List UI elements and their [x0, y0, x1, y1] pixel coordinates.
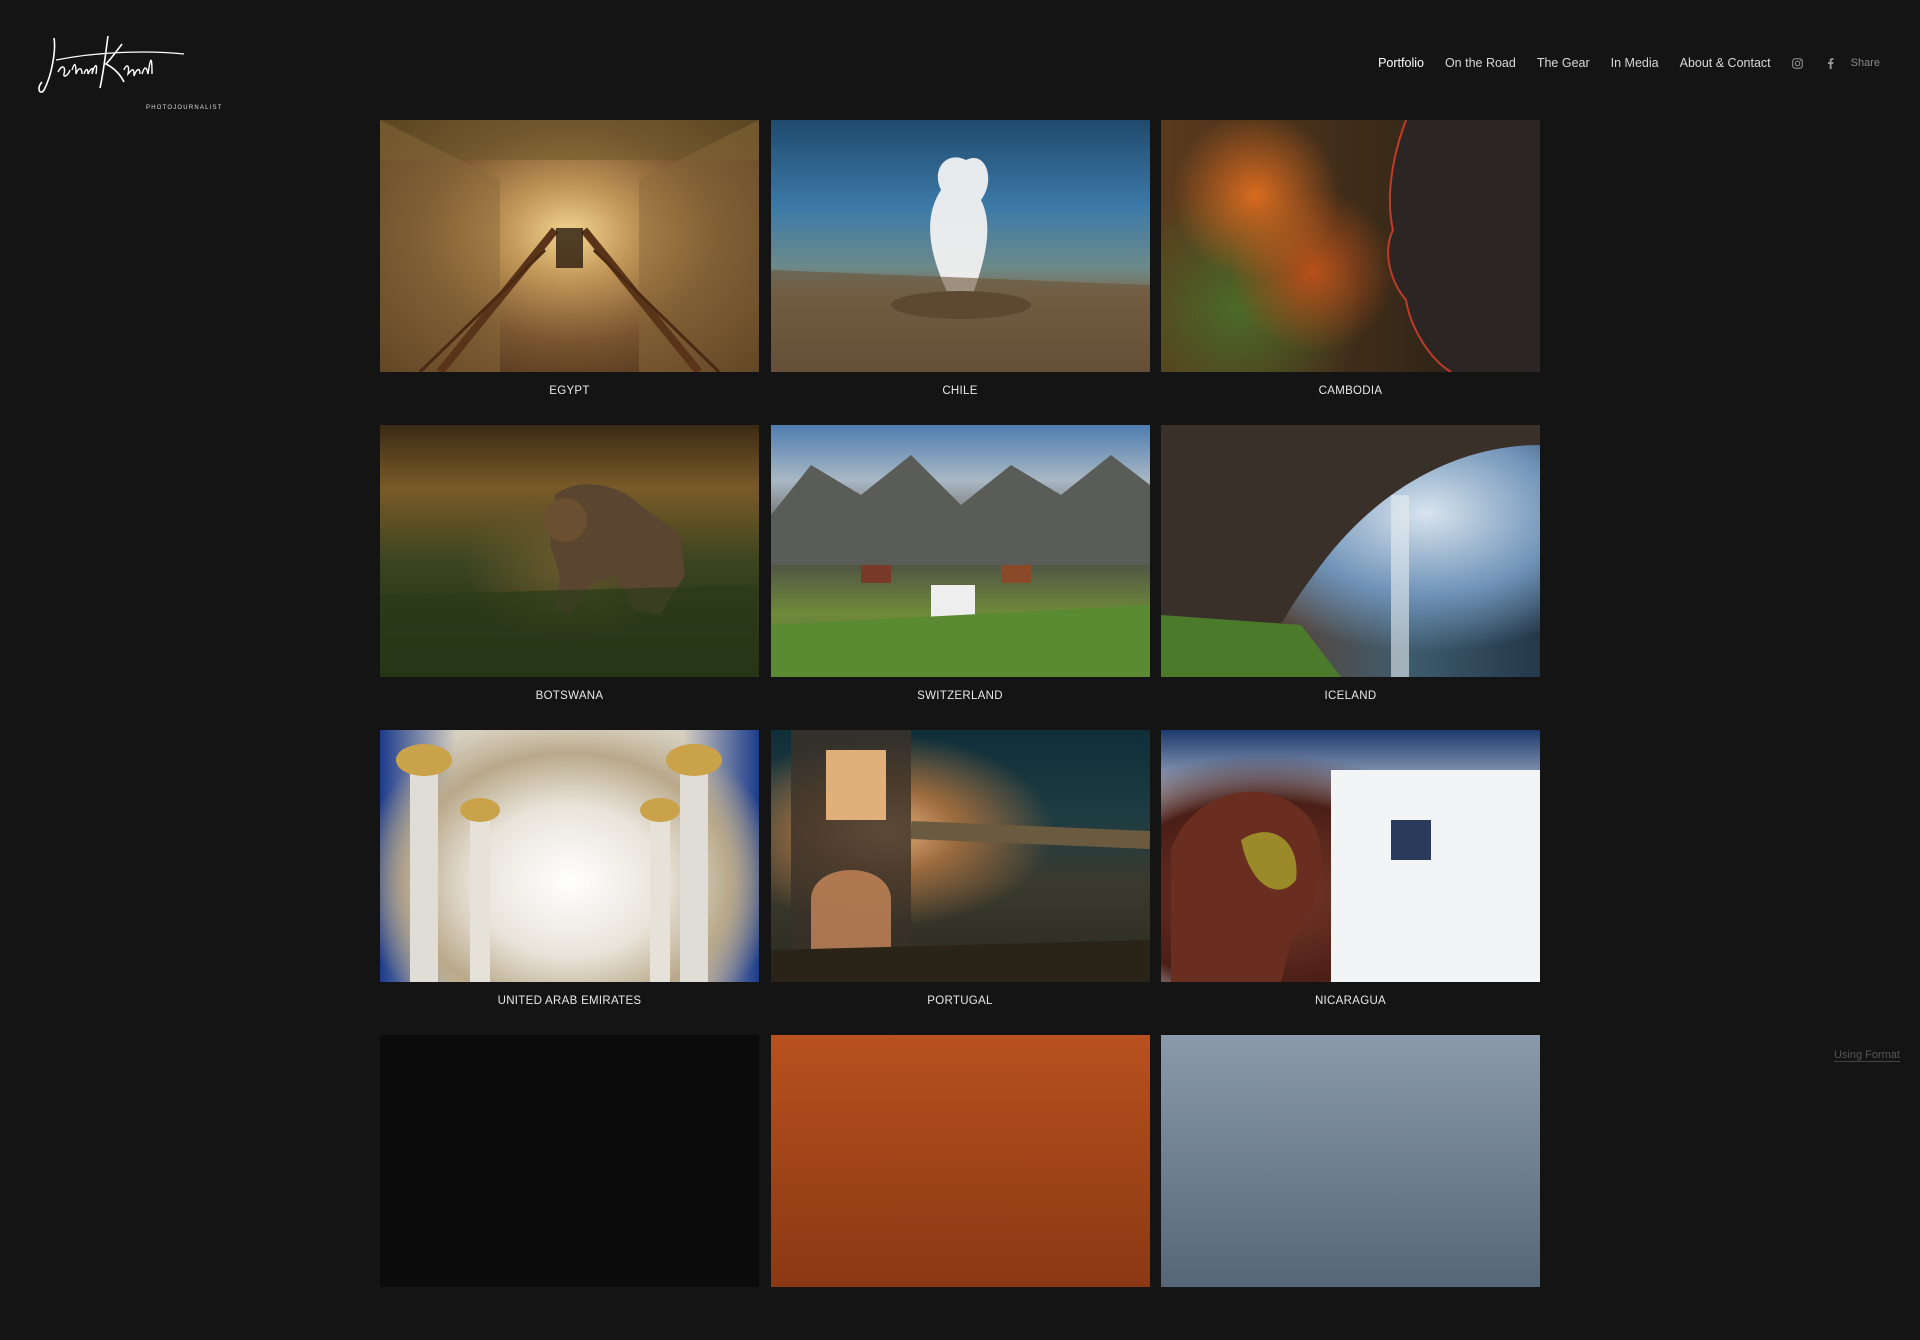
gallery-photo [380, 730, 759, 982]
gallery-tile-partial-3[interactable] [1161, 1035, 1540, 1340]
gallery-photo [1161, 730, 1540, 982]
site-header: PHOTOJOURNALIST Portfolio On the Road Th… [0, 0, 1920, 120]
gallery-caption: PORTUGAL [771, 995, 1150, 1007]
gallery-caption: NICARAGUA [1161, 995, 1540, 1007]
gallery-photo [380, 120, 759, 372]
gallery-caption: SWITZERLAND [771, 690, 1150, 702]
using-format-link[interactable]: Using Format [1834, 1049, 1900, 1062]
logo-subtitle: PHOTOJOURNALIST [146, 105, 223, 111]
gallery-tile-partial-1[interactable] [380, 1035, 759, 1340]
gallery-photo [771, 730, 1150, 982]
gallery-tile-portugal[interactable]: PORTUGAL [771, 730, 1150, 1035]
site-logo[interactable]: PHOTOJOURNALIST [36, 30, 186, 100]
gallery-photo [771, 1035, 1150, 1287]
gallery-photo [380, 1035, 759, 1287]
gallery-photo [380, 425, 759, 677]
gallery-caption: ICELAND [1161, 690, 1540, 702]
portfolio-grid: EGYPT CHILE CAMBODIA BO [380, 120, 1540, 1340]
gallery-caption: CHILE [771, 385, 1150, 397]
main-nav: Portfolio On the Road The Gear In Media … [1357, 56, 1880, 70]
facebook-icon[interactable] [1825, 57, 1837, 69]
gallery-caption: EGYPT [380, 385, 759, 397]
gallery-photo [771, 425, 1150, 677]
gallery-tile-botswana[interactable]: BOTSWANA [380, 425, 759, 730]
gallery-tile-egypt[interactable]: EGYPT [380, 120, 759, 425]
gallery-tile-partial-2[interactable] [771, 1035, 1150, 1340]
gallery-photo [1161, 425, 1540, 677]
gallery-tile-uae[interactable]: UNITED ARAB EMIRATES [380, 730, 759, 1035]
signature-logo-icon [36, 30, 186, 100]
nav-the-gear[interactable]: The Gear [1537, 56, 1590, 70]
gallery-caption: CAMBODIA [1161, 385, 1540, 397]
gallery-photo [771, 120, 1150, 372]
gallery-caption: UNITED ARAB EMIRATES [380, 995, 759, 1007]
nav-on-the-road[interactable]: On the Road [1445, 56, 1516, 70]
gallery-tile-cambodia[interactable]: CAMBODIA [1161, 120, 1540, 425]
gallery-photo [1161, 1035, 1540, 1287]
nav-portfolio[interactable]: Portfolio [1378, 56, 1424, 70]
nav-in-media[interactable]: In Media [1611, 56, 1659, 70]
gallery-tile-chile[interactable]: CHILE [771, 120, 1150, 425]
gallery-tile-switzerland[interactable]: SWITZERLAND [771, 425, 1150, 730]
gallery-tile-iceland[interactable]: ICELAND [1161, 425, 1540, 730]
gallery-photo [1161, 120, 1540, 372]
gallery-tile-nicaragua[interactable]: NICARAGUA [1161, 730, 1540, 1035]
instagram-icon[interactable] [1792, 57, 1804, 69]
share-button[interactable]: Share [1851, 57, 1880, 69]
gallery-caption: BOTSWANA [380, 690, 759, 702]
nav-about-contact[interactable]: About & Contact [1680, 56, 1771, 70]
